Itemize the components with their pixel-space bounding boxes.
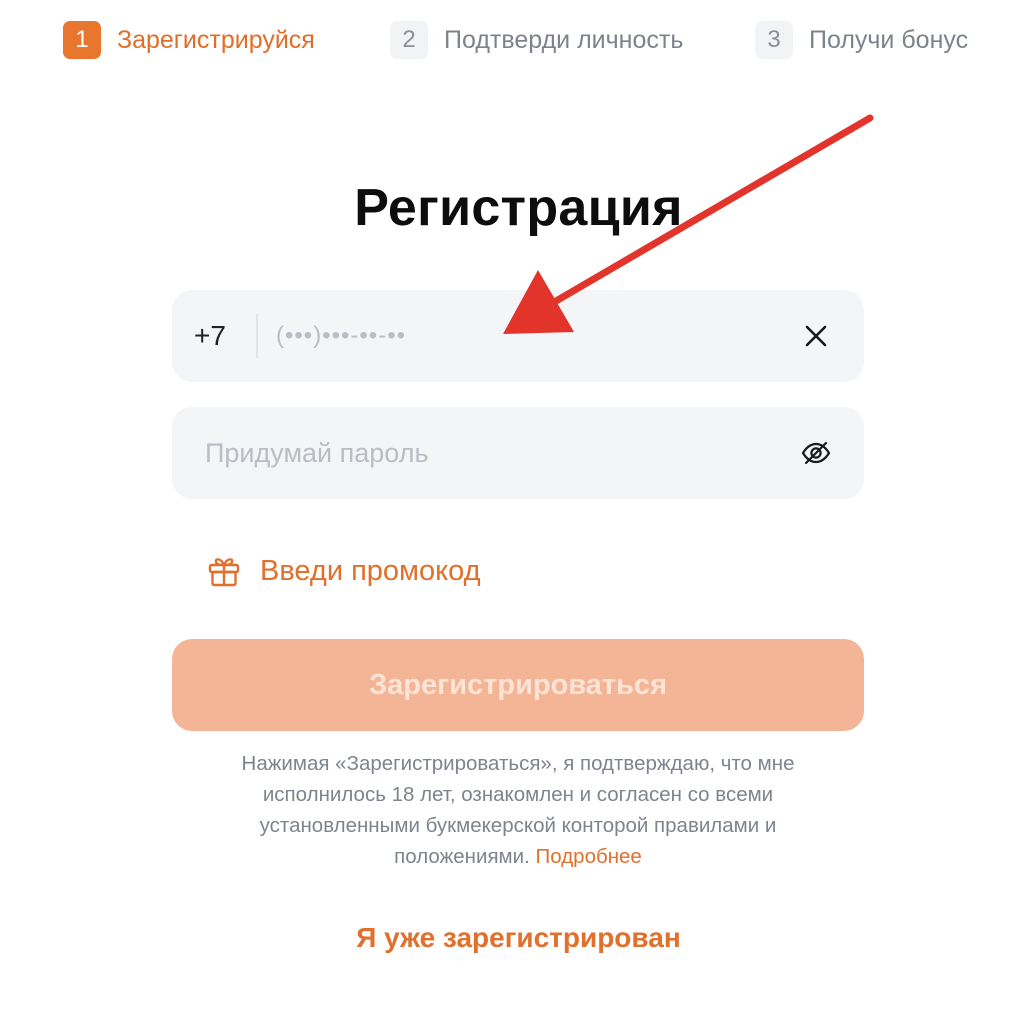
step-register: 1 Зарегистрируйся bbox=[63, 20, 315, 60]
step-label: Зарегистрируйся bbox=[117, 25, 315, 54]
gift-icon bbox=[206, 553, 242, 589]
register-button[interactable]: Зарегистрироваться bbox=[172, 639, 864, 731]
terms-more-link[interactable]: Подробнее bbox=[536, 845, 642, 868]
promo-code-link[interactable]: Введи промокод bbox=[206, 548, 481, 594]
registration-stepper: 1 Зарегистрируйся 2 Подтверди личность 3… bbox=[63, 20, 983, 60]
step-number: 2 bbox=[390, 21, 428, 59]
step-label: Получи бонус bbox=[809, 25, 969, 54]
already-registered-link[interactable]: Я уже зарегистрирован bbox=[0, 922, 1013, 954]
phone-field[interactable]: +7 bbox=[172, 290, 864, 382]
eye-off-icon[interactable] bbox=[798, 435, 834, 471]
password-input[interactable] bbox=[205, 407, 765, 499]
step-label: Подтверди личность bbox=[444, 25, 684, 54]
step-verify-identity: 2 Подтверди личность bbox=[390, 20, 683, 60]
step-number: 1 bbox=[63, 21, 101, 59]
terms-disclaimer-text: Нажимая «Зарегистрироваться», я подтверж… bbox=[241, 752, 795, 868]
phone-input[interactable] bbox=[276, 290, 776, 382]
terms-disclaimer: Нажимая «Зарегистрироваться», я подтверж… bbox=[200, 748, 836, 872]
promo-code-label: Введи промокод bbox=[260, 554, 481, 587]
step-get-bonus: 3 Получи бонус bbox=[755, 20, 968, 60]
phone-country-prefix: +7 bbox=[194, 320, 226, 351]
phone-prefix-divider bbox=[256, 314, 258, 358]
page-title: Регистрация bbox=[354, 179, 683, 237]
step-number: 3 bbox=[755, 21, 793, 59]
close-icon[interactable] bbox=[798, 318, 834, 354]
password-field[interactable] bbox=[172, 407, 864, 499]
